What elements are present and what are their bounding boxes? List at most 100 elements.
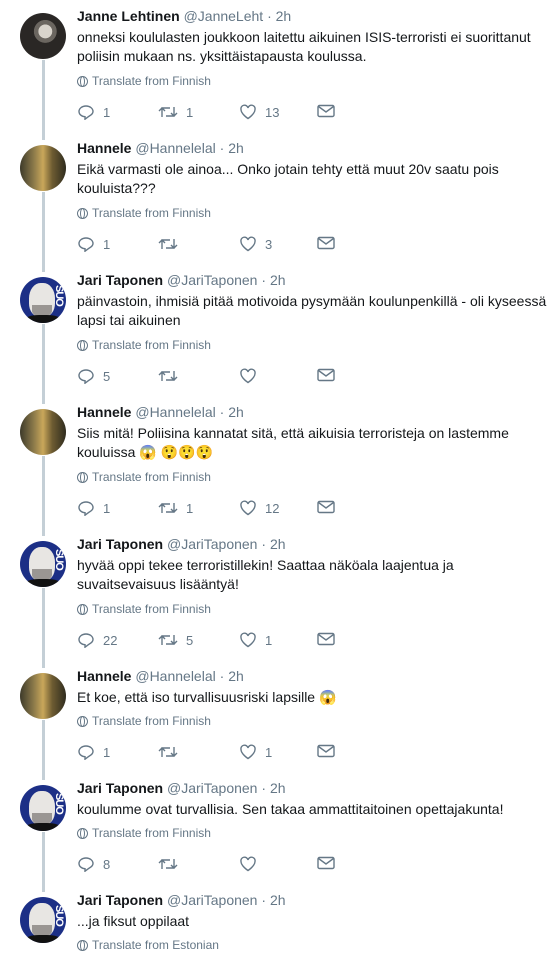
envelope-icon xyxy=(317,368,335,382)
author-handle[interactable]: @Hannelelal xyxy=(135,404,215,420)
like-button[interactable]: 1 xyxy=(239,744,272,760)
author-handle[interactable]: @Hannelelal xyxy=(135,668,215,684)
tweet-header: Janne Lehtinen @JanneLeht · 2h xyxy=(77,8,291,24)
tweet[interactable]: Hannele @Hannelelal · 2h Et koe, että is… xyxy=(0,666,555,776)
avatar[interactable] xyxy=(20,409,66,455)
author-handle[interactable]: @JariTaponen xyxy=(167,780,258,796)
like-button[interactable]: 12 xyxy=(239,500,279,516)
tweet[interactable]: Hannele @Hannelelal · 2h Siis mitä! Poli… xyxy=(0,402,555,532)
tweet-text: ...ja fiksut oppilaat xyxy=(77,913,190,929)
author-handle[interactable]: @JariTaponen xyxy=(167,536,258,552)
retweet-icon xyxy=(158,744,178,760)
avatar[interactable] xyxy=(20,145,66,191)
retweet-button[interactable] xyxy=(158,368,186,384)
like-button[interactable]: 1 xyxy=(239,632,272,648)
avatar[interactable] xyxy=(20,13,66,59)
retweet-button[interactable] xyxy=(158,744,186,760)
direct-message-button[interactable] xyxy=(317,500,335,514)
author-name[interactable]: Janne Lehtinen xyxy=(77,8,180,24)
retweet-button[interactable] xyxy=(158,236,186,252)
author-name[interactable]: Jari Taponen xyxy=(77,892,163,908)
avatar-text: SUO xyxy=(53,285,65,306)
author-name[interactable]: Hannele xyxy=(77,404,131,420)
translate-link[interactable]: Translate from Finnish xyxy=(77,714,211,728)
avatar[interactable]: SUO xyxy=(20,541,66,587)
reply-button[interactable]: 1 xyxy=(77,744,110,760)
reply-button[interactable]: 1 xyxy=(77,104,110,120)
author-name[interactable]: Jari Taponen xyxy=(77,272,163,288)
author-handle[interactable]: @JanneLeht xyxy=(184,8,264,24)
reply-button[interactable]: 8 xyxy=(77,856,110,872)
globe-icon xyxy=(77,827,88,839)
direct-message-button[interactable] xyxy=(317,368,335,382)
like-button[interactable] xyxy=(239,856,265,872)
reply-count: 5 xyxy=(103,368,111,384)
direct-message-button[interactable] xyxy=(317,744,335,758)
tweet-header: Jari Taponen @JariTaponen · 2h xyxy=(77,536,286,552)
tweet-text: onneksi koululasten joukkoon laitettu ai… xyxy=(77,29,531,64)
reply-icon xyxy=(77,368,95,384)
timestamp[interactable]: 2h xyxy=(270,780,286,796)
reply-icon xyxy=(77,744,95,760)
translate-link[interactable]: Translate from Estonian xyxy=(77,938,219,952)
avatar-suit xyxy=(24,579,62,587)
tweet[interactable]: SUO Jari Taponen @JariTaponen · 2h päinv… xyxy=(0,270,555,400)
reply-button[interactable]: 5 xyxy=(77,368,110,384)
like-button[interactable] xyxy=(239,368,265,384)
translate-link[interactable]: Translate from Finnish xyxy=(77,602,211,616)
author-name[interactable]: Hannele xyxy=(77,668,131,684)
envelope-icon xyxy=(317,632,335,646)
avatar[interactable]: SUO xyxy=(20,277,66,323)
direct-message-button[interactable] xyxy=(317,856,335,870)
avatar[interactable]: SUO xyxy=(20,785,66,831)
translate-link[interactable]: Translate from Finnish xyxy=(77,338,211,352)
translate-link[interactable]: Translate from Finnish xyxy=(77,74,211,88)
translate-label: Translate from Finnish xyxy=(92,338,211,352)
globe-icon xyxy=(77,207,88,219)
translate-link[interactable]: Translate from Finnish xyxy=(77,206,211,220)
retweet-button[interactable]: 1 xyxy=(158,104,193,120)
retweet-button[interactable]: 5 xyxy=(158,632,193,648)
retweet-button[interactable]: 1 xyxy=(158,500,193,516)
translate-label: Translate from Finnish xyxy=(92,602,211,616)
tweet-actions: 1 3 xyxy=(77,236,347,256)
tweet-actions: 1 1 13 xyxy=(77,104,347,124)
timestamp[interactable]: 2h xyxy=(228,140,244,156)
reply-icon xyxy=(77,104,95,120)
tweet[interactable]: SUO Jari Taponen @JariTaponen · 2h hyvää… xyxy=(0,534,555,664)
tweet[interactable]: SUO Jari Taponen @JariTaponen · 2h koulu… xyxy=(0,778,555,888)
author-handle[interactable]: @Hannelelal xyxy=(135,140,215,156)
direct-message-button[interactable] xyxy=(317,104,335,118)
reply-icon xyxy=(77,632,95,648)
direct-message-button[interactable] xyxy=(317,632,335,646)
author-handle[interactable]: @JariTaponen xyxy=(167,892,258,908)
tweet-text: Et koe, että iso turvallisuusriski lapsi… xyxy=(77,689,337,705)
translate-label: Translate from Finnish xyxy=(92,470,211,484)
reply-button[interactable]: 1 xyxy=(77,236,110,252)
retweet-button[interactable] xyxy=(158,856,186,872)
timestamp[interactable]: 2h xyxy=(270,892,286,908)
heart-icon xyxy=(239,744,257,760)
author-name[interactable]: Jari Taponen xyxy=(77,536,163,552)
like-button[interactable]: 13 xyxy=(239,104,279,120)
separator: · xyxy=(219,140,225,156)
timestamp[interactable]: 2h xyxy=(228,668,244,684)
tweet[interactable]: Hannele @Hannelelal · 2h Eikä varmasti o… xyxy=(0,138,555,268)
reply-button[interactable]: 22 xyxy=(77,632,117,648)
avatar[interactable]: SUO xyxy=(20,897,66,943)
author-name[interactable]: Hannele xyxy=(77,140,131,156)
timestamp[interactable]: 2h xyxy=(270,536,286,552)
timestamp[interactable]: 2h xyxy=(276,8,292,24)
reply-button[interactable]: 1 xyxy=(77,500,110,516)
avatar[interactable] xyxy=(20,673,66,719)
tweet[interactable]: Janne Lehtinen @JanneLeht · 2h onneksi k… xyxy=(0,6,555,136)
translate-link[interactable]: Translate from Finnish xyxy=(77,826,211,840)
author-name[interactable]: Jari Taponen xyxy=(77,780,163,796)
author-handle[interactable]: @JariTaponen xyxy=(167,272,258,288)
timestamp[interactable]: 2h xyxy=(270,272,286,288)
direct-message-button[interactable] xyxy=(317,236,335,250)
translate-link[interactable]: Translate from Finnish xyxy=(77,470,211,484)
tweet[interactable]: SUO Jari Taponen @JariTaponen · 2h ...ja… xyxy=(0,890,555,963)
like-button[interactable]: 3 xyxy=(239,236,272,252)
timestamp[interactable]: 2h xyxy=(228,404,244,420)
